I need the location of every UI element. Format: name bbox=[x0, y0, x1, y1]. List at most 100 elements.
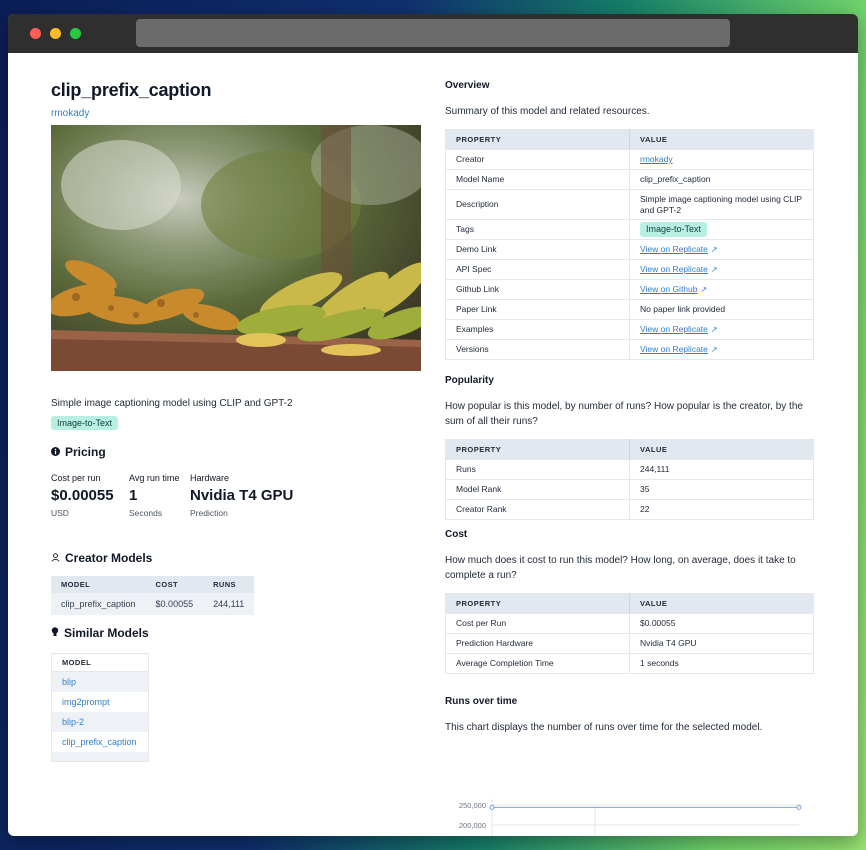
overview-text: Summary of this model and related resour… bbox=[445, 106, 650, 117]
property-cell: API Spec bbox=[445, 259, 630, 280]
page-content: clip_prefix_caption rmokady Simple image… bbox=[8, 53, 858, 836]
cost-cell: $0.00055 bbox=[145, 593, 204, 615]
table-row: Cost per Run $0.00055 bbox=[445, 613, 814, 634]
table-row: Github Link View on Github ↗ bbox=[445, 279, 814, 300]
model-cell[interactable]: clip_prefix_caption bbox=[51, 593, 146, 615]
github-link[interactable]: View on Github bbox=[640, 284, 698, 294]
avg-run-time-value: 1 bbox=[129, 487, 138, 504]
popularity-table: PROPERTY VALUE Runs 244,111 Model Rank 3… bbox=[445, 439, 814, 520]
column-header-model: MODEL bbox=[51, 576, 146, 593]
cost-text: How much does it cost to run this model?… bbox=[445, 555, 796, 581]
property-cell: Paper Link bbox=[445, 299, 630, 320]
bananas-illustration bbox=[51, 125, 421, 371]
page-title: clip_prefix_caption bbox=[51, 80, 212, 100]
creator-value-link[interactable]: rmokady bbox=[640, 154, 673, 164]
runs-cell: 244,111 bbox=[203, 593, 255, 615]
external-link-icon: ↗ bbox=[710, 265, 718, 274]
property-cell: Creator bbox=[445, 149, 630, 170]
minimize-window-button[interactable] bbox=[50, 28, 61, 39]
close-window-button[interactable] bbox=[30, 28, 41, 39]
table-filler-row bbox=[52, 752, 148, 761]
external-link-icon: ↗ bbox=[710, 345, 718, 354]
title-bar bbox=[8, 14, 858, 53]
tag-badge[interactable]: Image-to-Text bbox=[51, 416, 119, 430]
similar-model-link[interactable]: img2prompt bbox=[52, 692, 148, 712]
cost-table: PROPERTY VALUE Cost per Run $0.00055 Pre… bbox=[445, 593, 814, 674]
creator-link[interactable]: rmokady bbox=[51, 108, 89, 119]
demo-link[interactable]: View on Replicate bbox=[640, 244, 708, 254]
table-row: Creator rmokady bbox=[445, 149, 814, 170]
creator-models-table: MODEL COST RUNS clip_prefix_caption $0.0… bbox=[51, 576, 255, 615]
similar-models-heading-label: Similar Models bbox=[64, 626, 149, 640]
browser-window: clip_prefix_caption rmokady Simple image… bbox=[8, 14, 858, 836]
column-header-property: PROPERTY bbox=[445, 593, 630, 614]
value-cell: View on Replicate ↗ bbox=[629, 339, 814, 360]
column-header-cost: COST bbox=[145, 576, 204, 593]
creator-models-heading-label: Creator Models bbox=[65, 551, 153, 565]
column-header-value: VALUE bbox=[629, 129, 814, 150]
value-cell: View on Replicate ↗ bbox=[629, 239, 814, 260]
property-cell: Examples bbox=[445, 319, 630, 340]
value-cell: rmokady bbox=[629, 149, 814, 170]
y-tick-label: 250,000 bbox=[459, 801, 486, 810]
value-cell: $0.00055 bbox=[629, 613, 814, 634]
property-cell: Average Completion Time bbox=[445, 653, 630, 674]
property-cell: Creator Rank bbox=[445, 499, 630, 520]
table-row: Average Completion Time 1 seconds bbox=[445, 653, 814, 674]
property-cell: Description bbox=[445, 189, 630, 220]
hardware-sub: Prediction bbox=[190, 508, 228, 518]
cost-per-run-value: $0.00055 bbox=[51, 487, 114, 504]
value-cell: 244,111 bbox=[629, 459, 814, 480]
column-header-property: PROPERTY bbox=[445, 129, 630, 150]
cost-per-run-label: Cost per run bbox=[51, 473, 101, 483]
similar-model-link[interactable]: blip-2 bbox=[52, 712, 148, 732]
user-icon bbox=[51, 551, 60, 565]
api-spec-link[interactable]: View on Replicate bbox=[640, 264, 708, 274]
property-cell: Runs bbox=[445, 459, 630, 480]
table-row: Model Rank 35 bbox=[445, 479, 814, 500]
popularity-text: How popular is this model, by number of … bbox=[445, 401, 803, 427]
column-header-runs: RUNS bbox=[203, 576, 255, 593]
tag-badge[interactable]: Image-to-Text bbox=[640, 222, 708, 237]
runs-data-point[interactable] bbox=[489, 804, 495, 810]
column-header-model: MODEL bbox=[52, 654, 148, 672]
pricing-heading-label: Pricing bbox=[65, 445, 106, 459]
property-cell: Tags bbox=[445, 219, 630, 240]
avg-run-time-label: Avg run time bbox=[129, 473, 180, 483]
hardware-label: Hardware bbox=[190, 473, 230, 483]
property-cell: Versions bbox=[445, 339, 630, 360]
similar-model-link[interactable]: blip bbox=[52, 672, 148, 692]
value-cell: clip_prefix_caption bbox=[629, 169, 814, 190]
value-cell: Image-to-Text bbox=[629, 219, 814, 240]
value-cell: Simple image captioning model using CLIP… bbox=[629, 189, 814, 220]
table-header-row: MODEL COST RUNS bbox=[51, 576, 255, 593]
property-cell: Github Link bbox=[445, 279, 630, 300]
table-row: Versions View on Replicate ↗ bbox=[445, 339, 814, 360]
column-header-value: VALUE bbox=[629, 593, 814, 614]
table-row: Creator Rank 22 bbox=[445, 499, 814, 520]
table-row: Description Simple image captioning mode… bbox=[445, 189, 814, 220]
y-tick-label: 200,000 bbox=[459, 821, 486, 830]
versions-link[interactable]: View on Replicate bbox=[640, 344, 708, 354]
creator-models-heading: Creator Models bbox=[51, 551, 152, 565]
runs-over-time-text: This chart displays the number of runs o… bbox=[445, 722, 763, 733]
maximize-window-button[interactable] bbox=[70, 28, 81, 39]
external-link-icon: ↗ bbox=[710, 245, 718, 254]
table-row[interactable]: clip_prefix_caption $0.00055 244,111 bbox=[51, 593, 255, 615]
property-cell: Model Rank bbox=[445, 479, 630, 500]
address-bar[interactable] bbox=[136, 19, 730, 47]
hardware-value: Nvidia T4 GPU bbox=[190, 487, 294, 504]
runs-chart-svg: 250,000200,000150,000100,000 bbox=[459, 799, 802, 836]
similar-model-link[interactable]: clip_prefix_caption bbox=[52, 732, 148, 752]
table-row: Examples View on Replicate ↗ bbox=[445, 319, 814, 340]
popularity-heading: Popularity bbox=[445, 375, 494, 386]
table-row: Demo Link View on Replicate ↗ bbox=[445, 239, 814, 260]
cost-per-run-unit: USD bbox=[51, 508, 69, 518]
examples-link[interactable]: View on Replicate bbox=[640, 324, 708, 334]
runs-data-point[interactable] bbox=[796, 804, 802, 810]
external-link-icon: ↗ bbox=[710, 325, 718, 334]
value-cell: View on Github ↗ bbox=[629, 279, 814, 300]
property-cell: Cost per Run bbox=[445, 613, 630, 634]
table-row: Model Name clip_prefix_caption bbox=[445, 169, 814, 190]
property-cell: Demo Link bbox=[445, 239, 630, 260]
